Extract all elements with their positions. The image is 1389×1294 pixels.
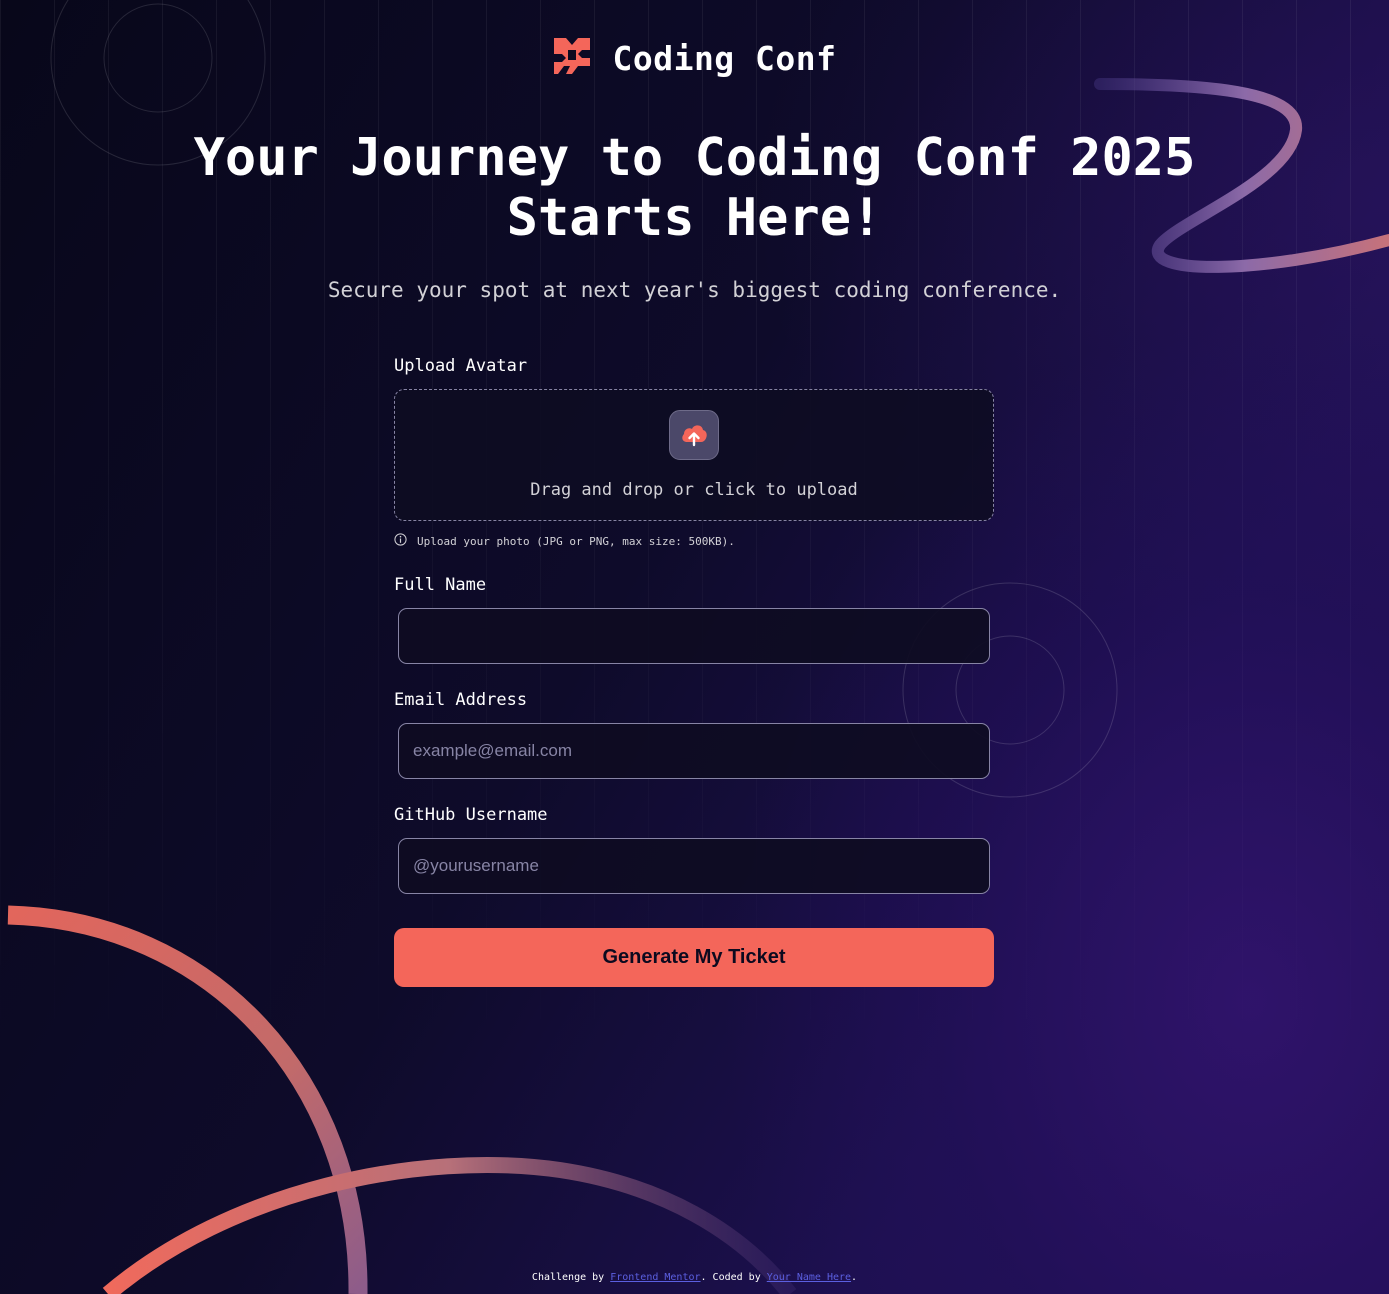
dropzone-text: Drag and drop or click to upload xyxy=(530,480,858,500)
upload-cloud-icon xyxy=(669,410,719,460)
full-name-label: Full Name xyxy=(394,575,487,595)
email-label: Email Address xyxy=(394,690,528,710)
ticket-form: Upload Avatar Drag and drop or click to … xyxy=(394,356,994,987)
email-input[interactable] xyxy=(398,723,990,779)
avatar-label: Upload Avatar xyxy=(394,356,528,376)
footer-suffix: . xyxy=(851,1272,858,1283)
brand-name: Coding Conf xyxy=(612,38,837,78)
avatar-hint: Upload your photo (JPG or PNG, max size:… xyxy=(394,533,994,549)
page-subtitle: Secure your spot at next year's biggest … xyxy=(327,278,1062,302)
avatar-dropzone[interactable]: Drag and drop or click to upload xyxy=(394,389,994,521)
page-title-line2: Starts Here! xyxy=(506,188,883,248)
email-group: Email Address xyxy=(394,690,994,779)
footer-middle: . Coded by xyxy=(700,1272,767,1283)
attribution-footer: Challenge by Frontend Mentor. Coded by Y… xyxy=(0,1272,1389,1283)
avatar-hint-text: Upload your photo (JPG or PNG, max size:… xyxy=(417,534,735,548)
frontend-mentor-link[interactable]: Frontend Mentor xyxy=(610,1272,700,1283)
page-title-line1: Your Journey to Coding Conf 2025 xyxy=(193,128,1196,188)
full-name-group: Full Name xyxy=(394,575,994,664)
coding-conf-logo-icon xyxy=(552,36,592,80)
site-header: Coding Conf xyxy=(0,36,1389,80)
info-icon xyxy=(394,533,407,549)
github-input[interactable] xyxy=(398,838,990,894)
full-name-input[interactable] xyxy=(398,608,990,664)
github-label: GitHub Username xyxy=(394,805,548,825)
page-title: Your Journey to Coding Conf 2025 Starts … xyxy=(0,128,1389,248)
footer-prefix: Challenge by xyxy=(531,1272,611,1283)
generate-ticket-button[interactable]: Generate My Ticket xyxy=(394,928,994,987)
author-link[interactable]: Your Name Here xyxy=(767,1272,851,1283)
github-group: GitHub Username xyxy=(394,805,994,894)
